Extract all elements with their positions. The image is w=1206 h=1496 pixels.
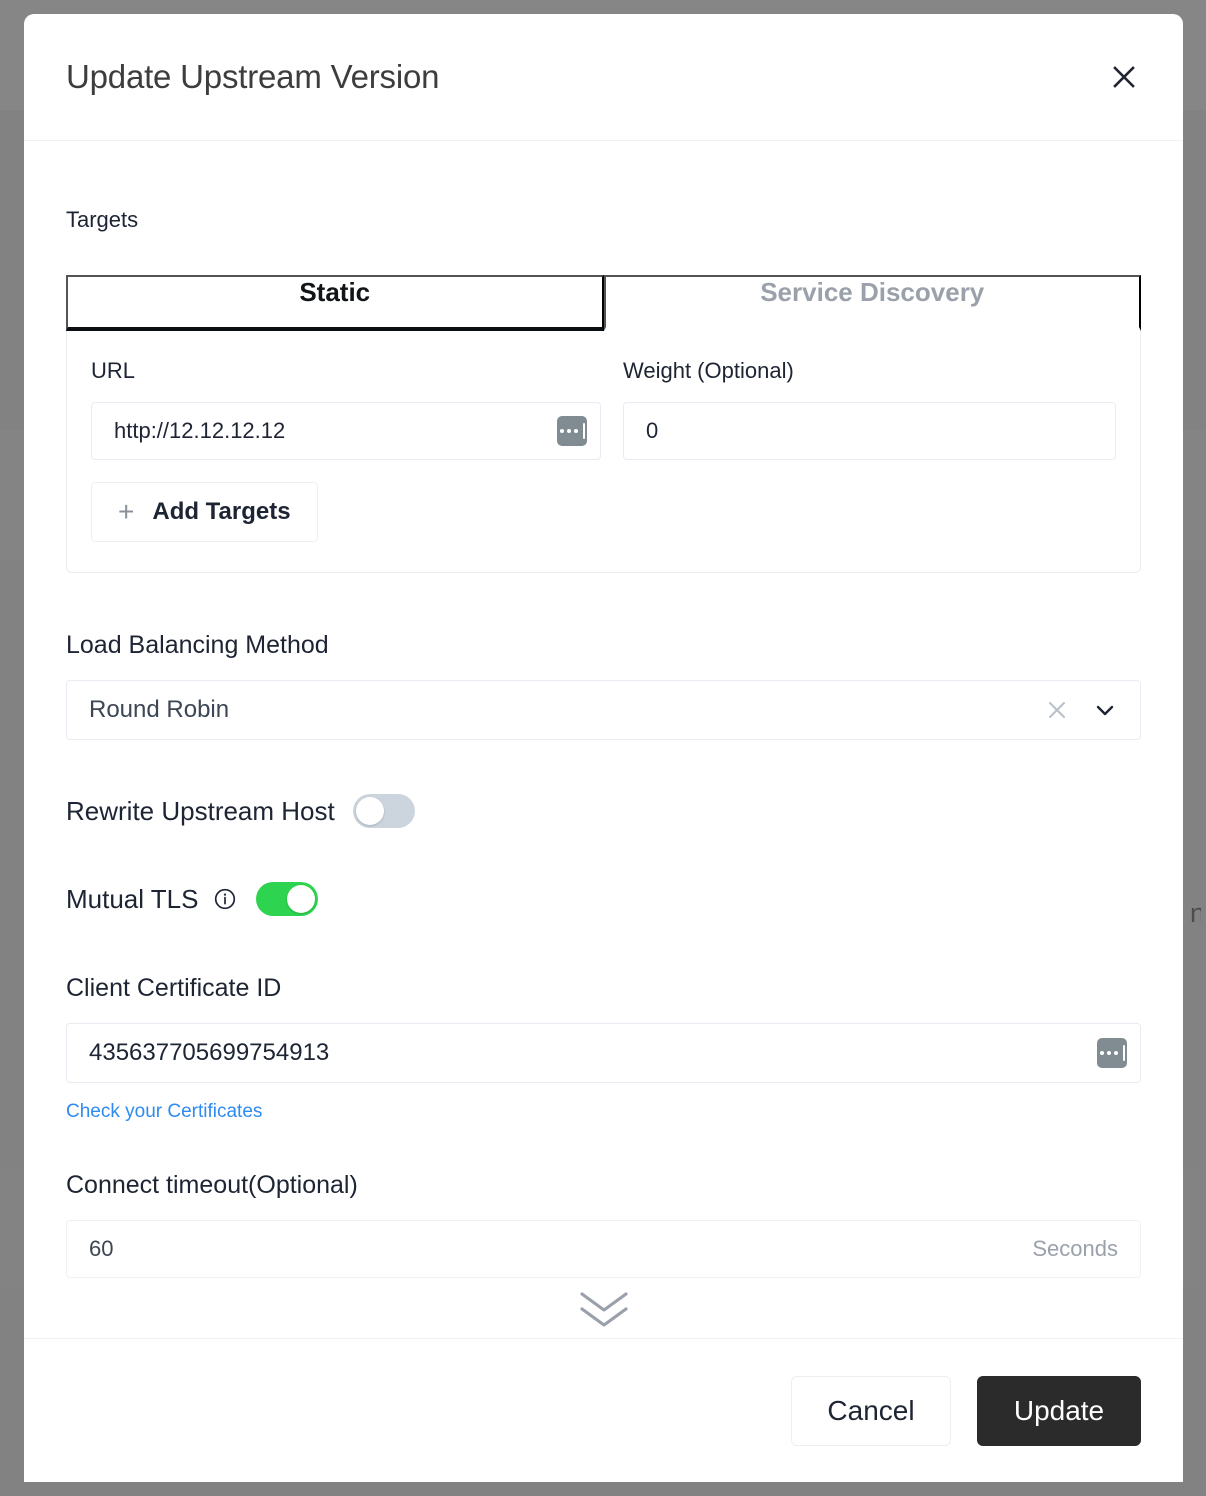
- load-balancing-label: Load Balancing Method: [66, 631, 329, 659]
- dialog-body: Targets Static Service Discovery URL htt…: [24, 141, 1183, 1338]
- target-url-column: URL + Add Targets: [91, 358, 601, 542]
- dots-badge-icon[interactable]: [1097, 1038, 1127, 1068]
- connect-timeout-block: Connect timeout(Optional) 60 Seconds: [66, 1171, 1141, 1278]
- url-input[interactable]: [91, 402, 601, 460]
- dialog-header: Update Upstream Version: [24, 14, 1183, 141]
- update-upstream-version-dialog: Update Upstream Version Targets Static S…: [24, 14, 1183, 1482]
- url-label: URL: [91, 358, 136, 383]
- targets-section-label: Targets: [66, 207, 139, 232]
- connect-timeout-value: 60: [89, 1236, 114, 1261]
- targets-panel: URL + Add Targets Weight (Optional): [66, 330, 1141, 573]
- chevron-down-icon[interactable]: [1092, 697, 1118, 723]
- rewrite-upstream-host-label: Rewrite Upstream Host: [66, 795, 335, 826]
- client-certificate-input-wrap: [66, 1023, 1141, 1083]
- load-balancing-select[interactable]: Round Robin: [66, 680, 1141, 740]
- close-icon[interactable]: [1103, 56, 1145, 98]
- check-certificates-link[interactable]: Check your Certificates: [66, 1101, 262, 1123]
- plus-icon: +: [118, 496, 135, 527]
- cancel-button[interactable]: Cancel: [791, 1375, 951, 1446]
- add-targets-button[interactable]: + Add Targets: [91, 482, 318, 542]
- clear-x-icon[interactable]: [1044, 697, 1070, 723]
- dots-badge-icon[interactable]: [557, 416, 587, 446]
- add-targets-label: Add Targets: [152, 498, 291, 525]
- weight-label: Weight (Optional): [623, 358, 794, 383]
- weight-input[interactable]: [623, 402, 1116, 460]
- update-button[interactable]: Update: [977, 1375, 1141, 1446]
- dialog-title: Update Upstream Version: [66, 58, 440, 95]
- client-certificate-input[interactable]: [66, 1023, 1141, 1083]
- connect-timeout-label: Connect timeout(Optional): [66, 1171, 358, 1199]
- dialog-footer: Cancel Update: [24, 1338, 1183, 1482]
- load-balancing-block: Load Balancing Method Round Robin: [66, 631, 1141, 740]
- tab-service-discovery[interactable]: Service Discovery: [603, 275, 1141, 331]
- mutual-tls-label: Mutual TLS: [66, 883, 199, 914]
- connect-timeout-input[interactable]: 60 Seconds: [66, 1220, 1141, 1278]
- connect-timeout-suffix: Seconds: [1032, 1236, 1118, 1261]
- rewrite-upstream-host-toggle[interactable]: [352, 794, 415, 828]
- client-certificate-block: Client Certificate ID Check your Certifi…: [66, 974, 1141, 1123]
- load-balancing-value: Round Robin: [89, 696, 230, 723]
- client-certificate-label: Client Certificate ID: [66, 974, 282, 1002]
- target-weight-column: Weight (Optional): [623, 358, 1116, 542]
- double-chevron-down-icon[interactable]: [576, 1289, 632, 1330]
- rewrite-upstream-host-row: Rewrite Upstream Host: [66, 794, 1141, 828]
- tab-static[interactable]: Static: [66, 275, 604, 331]
- background-page-text: n: [1190, 898, 1201, 928]
- info-circle-icon[interactable]: [212, 886, 238, 912]
- mutual-tls-row: Mutual TLS: [66, 882, 1141, 916]
- target-row: URL + Add Targets Weight (Optional): [91, 358, 1116, 542]
- mutual-tls-toggle[interactable]: [256, 882, 319, 916]
- url-input-wrap: [91, 402, 601, 460]
- targets-tablist: Static Service Discovery: [66, 275, 1141, 331]
